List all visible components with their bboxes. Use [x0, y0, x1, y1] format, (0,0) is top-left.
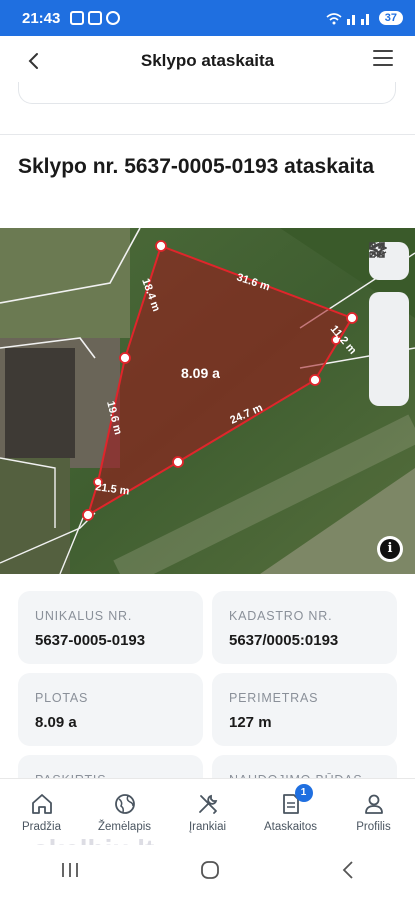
home-icon: [29, 791, 55, 817]
user-icon: [361, 791, 387, 817]
nav-label: Žemėlapis: [97, 821, 152, 833]
home-circle-icon: [201, 861, 220, 879]
recent-apps-button[interactable]: [60, 861, 80, 884]
back-button[interactable]: [20, 48, 46, 74]
app-header: Sklypo ataskaita: [0, 36, 415, 86]
page-title: Sklypo ataskaita: [140, 51, 275, 70]
hamburger-icon: [373, 50, 393, 52]
signal-icon: [326, 13, 369, 25]
map-controls: [369, 242, 409, 406]
globe-icon: [112, 791, 138, 817]
unique-number-card: UNIKALUS NR. 5637-0005-0193: [18, 591, 203, 664]
card-label: PLOTAS: [35, 691, 89, 705]
info-icon: i: [380, 539, 400, 559]
messenger-icon: [106, 11, 121, 25]
nav-label: Įrankiai: [188, 821, 227, 833]
report-heading: Sklypo nr. 5637-0005-0193 ataskaita: [18, 155, 375, 178]
card-label: KADASTRO NR.: [229, 609, 333, 623]
nav-item-tools[interactable]: Įrankiai: [166, 779, 249, 845]
system-back-icon: [342, 861, 353, 879]
card-label: PERIMETRAS: [229, 691, 319, 705]
recents-icon: [62, 863, 79, 877]
card-value: 5637/0005:0193: [229, 632, 339, 649]
system-back-button[interactable]: [341, 860, 355, 885]
status-time: 21:43: [22, 9, 61, 27]
nav-label: Pradžia: [22, 821, 61, 833]
status-bar: 21:43 37: [0, 0, 415, 36]
nav-label: Ataskaitos: [263, 821, 318, 833]
collapsed-card: [18, 82, 396, 104]
reports-count-badge: 1: [294, 784, 313, 802]
locate-button[interactable]: [369, 242, 409, 406]
card-value: 8.09 a: [35, 714, 77, 731]
perimeter-card: PERIMETRAS 127 m: [212, 673, 397, 746]
cadastral-number-card: KADASTRO NR. 5637/0005:0193: [212, 591, 397, 664]
system-navigation-bar: [0, 845, 415, 900]
divider: [0, 134, 415, 135]
layers-button[interactable]: [369, 243, 409, 330]
fit-parcel-button[interactable]: [369, 243, 409, 368]
nav-item-profile[interactable]: Profilis: [332, 779, 415, 845]
menu-button[interactable]: [373, 50, 393, 70]
nav-item-reports[interactable]: 1 Ataskaitos: [249, 779, 332, 845]
satellite-map-image: 31.6 m 11.2 m 24.7 m 21.5 m 19.6 m 18.4 …: [0, 228, 415, 574]
chevron-left-icon: [28, 53, 38, 69]
app-notification-icon: [88, 11, 103, 25]
card-value: 5637-0005-0193: [35, 632, 146, 649]
notification-icons: [70, 11, 121, 25]
map-info-button[interactable]: i: [377, 536, 403, 562]
card-label: UNIKALUS NR.: [35, 609, 133, 623]
area-label: 8.09 a: [181, 365, 220, 381]
home-button[interactable]: [200, 860, 220, 885]
battery-indicator: 37: [378, 11, 403, 25]
tools-icon: [195, 791, 221, 817]
screenshot-icon: [70, 11, 85, 25]
card-value: 127 m: [229, 714, 272, 731]
nav-label: Profilis: [356, 821, 391, 833]
area-card: PLOTAS 8.09 a: [18, 673, 203, 746]
parcel-map[interactable]: 31.6 m 11.2 m 24.7 m 21.5 m 19.6 m 18.4 …: [0, 228, 415, 574]
